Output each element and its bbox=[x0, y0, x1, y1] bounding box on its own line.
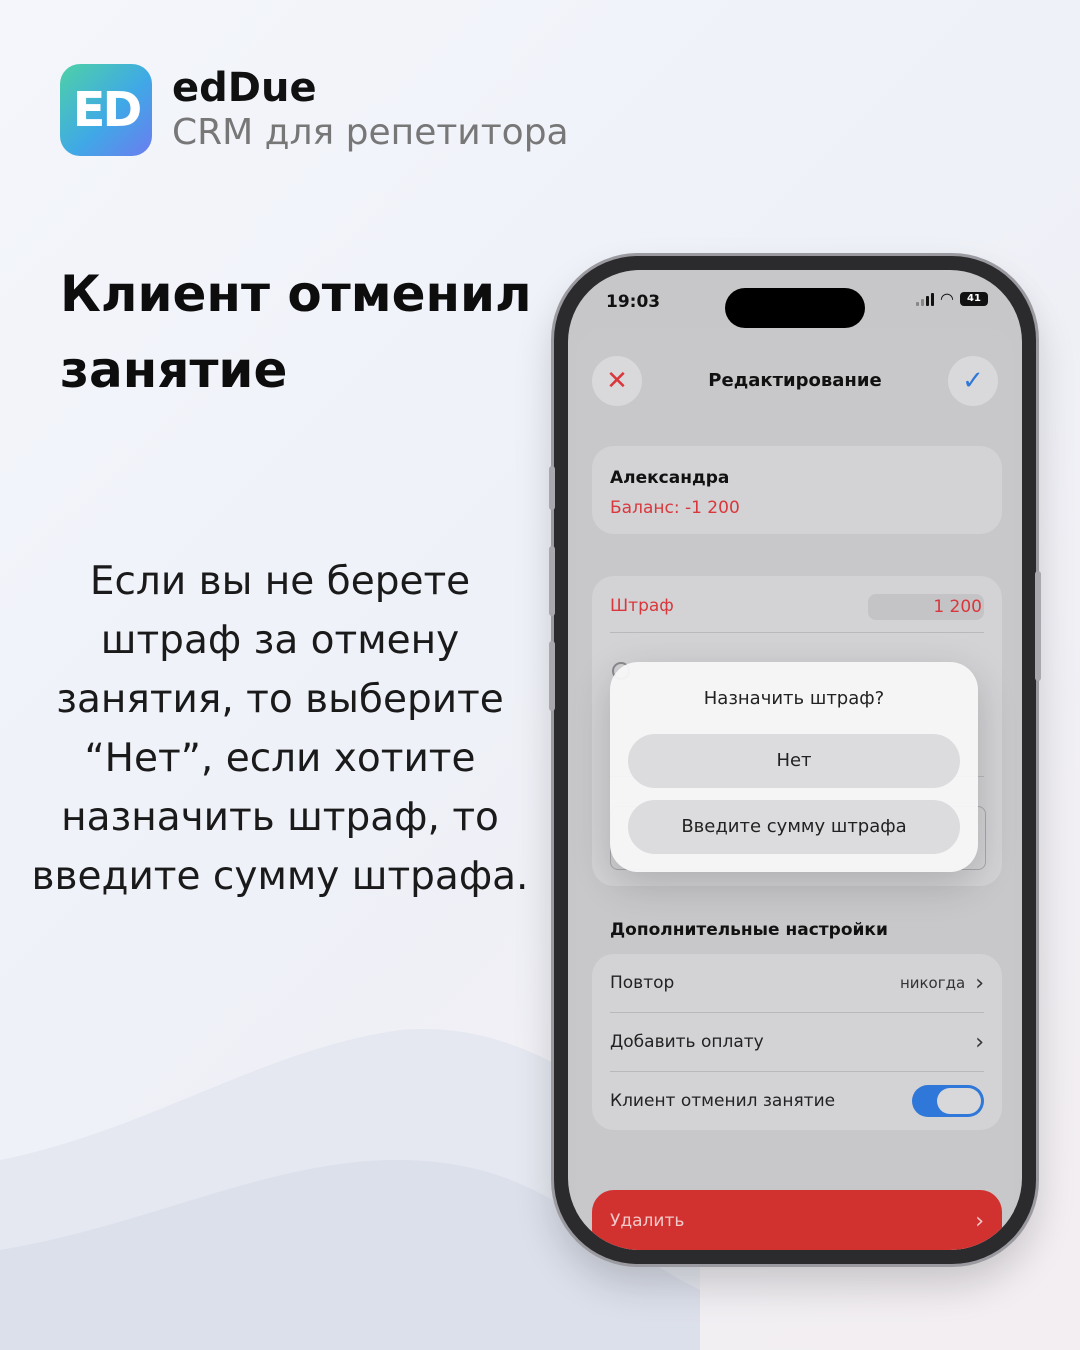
fine-label: Штраф bbox=[610, 596, 674, 616]
enter-fine-button[interactable]: Введите сумму штрафа bbox=[628, 800, 960, 854]
fine-amount-input[interactable]: 1 200 bbox=[868, 594, 984, 620]
battery-icon: 41 bbox=[960, 292, 988, 306]
client-cancelled-toggle[interactable] bbox=[912, 1085, 984, 1117]
extra-settings-title: Дополнительные настройки bbox=[610, 920, 888, 940]
phone-volume-down bbox=[549, 641, 555, 711]
divider bbox=[610, 632, 984, 633]
phone-action-button bbox=[549, 466, 555, 510]
status-icons: ◠ 41 bbox=[916, 289, 988, 308]
headline: Клиент отменил занятие bbox=[60, 265, 532, 399]
client-cancelled-label: Клиент отменил занятие bbox=[610, 1091, 836, 1111]
delete-button[interactable]: Удалить › bbox=[592, 1190, 1002, 1250]
phone-power-button bbox=[1035, 571, 1041, 681]
no-button[interactable]: Нет bbox=[628, 734, 960, 788]
dynamic-island bbox=[725, 288, 865, 328]
repeat-row[interactable]: Повтор никогда › bbox=[610, 954, 984, 1012]
signal-icon bbox=[916, 292, 935, 306]
description: Если вы не берете штраф за отмену заняти… bbox=[31, 559, 529, 899]
client-cancelled-row: Клиент отменил занятие bbox=[610, 1072, 984, 1130]
add-payment-row[interactable]: Добавить оплату › bbox=[610, 1013, 984, 1071]
brand-name: edDue bbox=[172, 65, 317, 111]
delete-label: Удалить bbox=[610, 1211, 685, 1231]
chevron-right-icon: › bbox=[975, 1029, 984, 1055]
dialog-title: Назначить штраф? bbox=[703, 688, 885, 709]
client-name: Александра bbox=[610, 468, 730, 488]
checkmark-icon: ✓ bbox=[962, 366, 984, 396]
brand-subtitle: CRM для репетитора bbox=[172, 112, 569, 153]
client-balance: Баланс: -1 200 bbox=[610, 498, 740, 518]
brand-text: edDue CRM для репетитора bbox=[172, 65, 569, 155]
settings-card: Повтор никогда › Добавить оплату › Клиен… bbox=[592, 954, 1002, 1130]
phone-screen: 19:03 ◠ 41 ✕ Редактирование ✓ Александра… bbox=[568, 270, 1022, 1250]
add-payment-label: Добавить оплату bbox=[610, 1032, 764, 1052]
chevron-right-icon: › bbox=[975, 970, 984, 996]
phone-mockup: 19:03 ◠ 41 ✕ Редактирование ✓ Александра… bbox=[549, 256, 1041, 1264]
phone-volume-up bbox=[549, 546, 555, 616]
status-time: 19:03 bbox=[606, 292, 661, 312]
chevron-right-icon: › bbox=[975, 1208, 984, 1234]
wifi-icon: ◠ bbox=[940, 289, 954, 308]
brand: ED edDue CRM для репетитора bbox=[60, 64, 569, 156]
toggle-knob bbox=[937, 1088, 981, 1114]
repeat-value: никогда bbox=[899, 974, 966, 992]
repeat-label: Повтор bbox=[610, 973, 675, 993]
confirm-button[interactable]: ✓ bbox=[948, 356, 998, 406]
eddue-logo: ED bbox=[60, 64, 152, 156]
client-card[interactable]: Александра Баланс: -1 200 bbox=[592, 446, 1002, 534]
fine-dialog: Назначить штраф? Нет Введите сумму штраф… bbox=[610, 662, 978, 872]
